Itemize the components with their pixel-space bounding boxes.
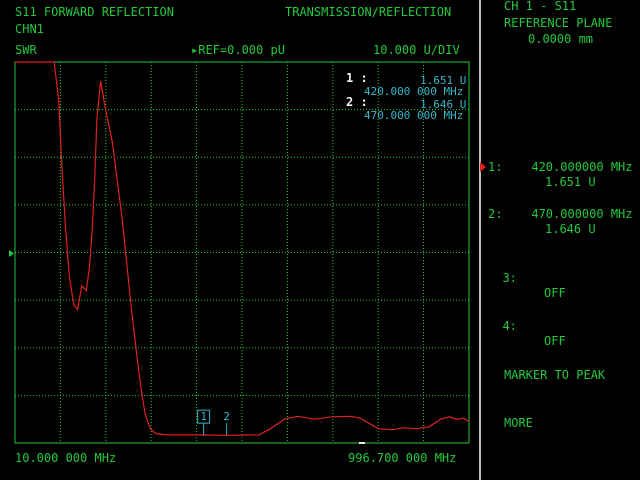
active-marker-icon [480, 162, 486, 172]
sweep-position-icon [359, 442, 365, 444]
stop-frequency: 996.700 000 MHz [348, 451, 457, 465]
softkey-marker-3[interactable]: 3: OFF [488, 256, 565, 301]
softkey-marker-4-label: 4: [502, 319, 517, 333]
softkey-header-title: REFERENCE PLANE [504, 16, 613, 30]
marker-readout-1-freq: 420.000 000 MHz [364, 85, 464, 98]
marker-1-label: 1 [200, 410, 207, 423]
marker-readout-2-freq: 470.000 000 MHz [364, 109, 464, 122]
marker-readout-1-id: 1 : [346, 71, 368, 85]
marker-to-peak-button[interactable]: MARKER TO PEAK [504, 368, 605, 383]
marker-group: 12 [197, 409, 230, 436]
softkey-marker-2[interactable]: 2: 470.000000 MHz 1.646 U [488, 207, 633, 252]
marker-2-label: 2 [223, 410, 230, 423]
softkey-marker-3-value: OFF [544, 286, 566, 300]
start-frequency: 10.000 000 MHz [15, 451, 117, 465]
softkey-marker-1-value: 1.651 U [545, 175, 596, 189]
ref-position-icon [9, 250, 14, 257]
marker-readout-2-id: 2 : [346, 95, 368, 109]
softkey-marker-4-value: OFF [544, 334, 566, 348]
softkey-header-value: 0.0000 mm [528, 32, 594, 46]
softkey-marker-2-value: 1.646 U [545, 222, 596, 236]
softkey-marker-4[interactable]: 4: OFF [488, 304, 565, 349]
panel-divider [479, 0, 481, 480]
softkey-marker-1-freq: 1: 420.000000 MHz [488, 160, 633, 174]
more-button[interactable]: MORE [504, 416, 533, 431]
softkey-header-channel: CH 1 - S11 [504, 0, 577, 13]
softkey-marker-2-freq: 2: 470.000000 MHz [488, 207, 633, 221]
softkey-marker-3-label: 3: [502, 271, 517, 285]
swr-chart: 12 [9, 61, 470, 444]
